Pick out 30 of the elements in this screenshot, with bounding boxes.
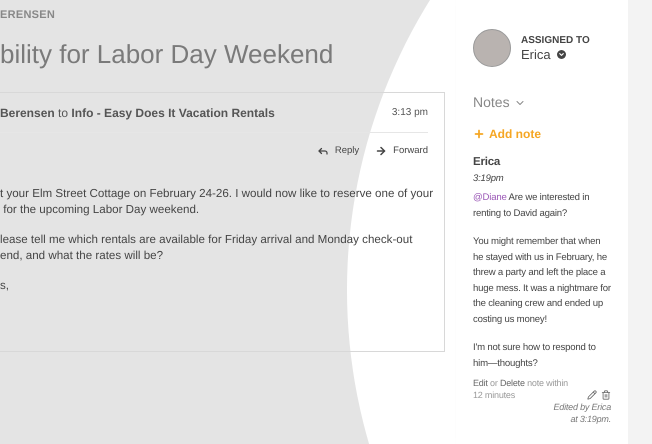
message-time: 3:13 pm <box>392 106 428 120</box>
arrow-right-icon <box>375 145 388 158</box>
note-paragraph: @Diane Are we interested in renting to David again? <box>473 191 590 220</box>
delete-icon[interactable] <box>601 390 611 400</box>
note-paragraph: You might remember that when he stayed with us in February, he threw a party and left the place a huge mess. It was a nightmare for the cleaning crew and ended up costing us money! <box>473 235 611 326</box>
notes-toggle[interactable]: Notes <box>473 92 611 113</box>
dropdown-icon[interactable] <box>556 50 566 59</box>
message-body-line: end, and what the rates will be? <box>0 248 164 264</box>
delete-link[interactable]: Delete <box>500 378 525 388</box>
assignee-name: Erica <box>521 46 551 62</box>
note-author: Erica <box>473 155 502 170</box>
avatar <box>473 29 511 67</box>
message-body-line: s, <box>0 278 10 294</box>
forward-button[interactable]: Forward <box>375 144 428 158</box>
message-body-line: t your Elm Street Cottage on February 24-26. I would now like to reserve one of your <box>0 186 434 202</box>
message-header: Berensen to Info - Easy Does It Vacation Rentals <box>0 104 275 122</box>
edit-icon[interactable] <box>587 390 597 400</box>
edit-link[interactable]: Edit <box>473 378 488 388</box>
note-paragraph: I'm not sure how to respond to him—thoughts? <box>473 341 597 370</box>
message-body-line: lease tell me which rentals are available for Friday arrival and Monday check-out <box>0 232 414 248</box>
message-body-line: for the upcoming Labor Day weekend. <box>2 202 200 218</box>
reply-button[interactable]: Reply <box>316 144 360 158</box>
edit-delete-notice: Edit or Delete note within 12 minutes <box>473 377 569 401</box>
reply-icon <box>316 145 329 158</box>
assigned-caption: ASSIGNED TO <box>521 34 590 46</box>
plus-icon <box>473 128 485 140</box>
sender-caption: ERENSEN <box>0 9 56 22</box>
subject-title: bility for Labor Day Weekend <box>0 39 334 69</box>
note-time: 3:19pm <box>473 172 504 186</box>
edited-by-text: Edited by Erica at 3:19pm. <box>553 401 611 425</box>
